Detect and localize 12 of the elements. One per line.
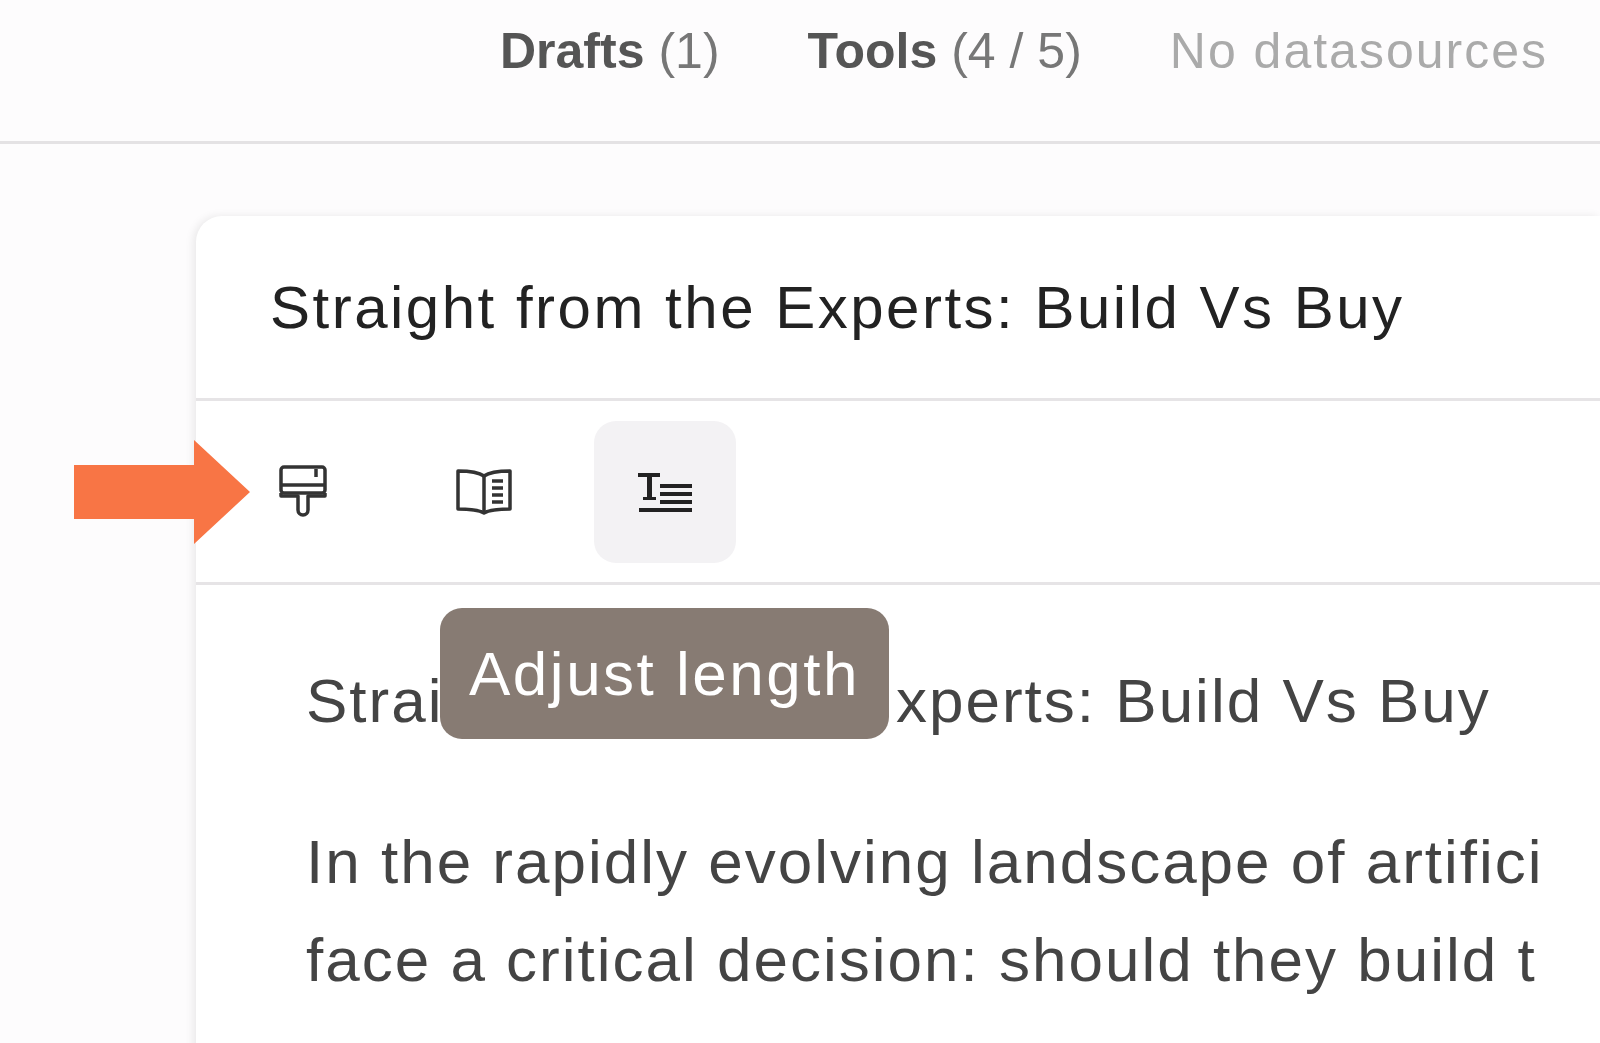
book-icon — [455, 466, 513, 517]
tooltip: Adjust length — [440, 608, 889, 739]
header-tab[interactable]: Drafts (1) — [500, 22, 720, 80]
document-title: Straight from the Experts: Build Vs Buy — [196, 216, 1600, 401]
paint-brush-icon — [278, 463, 328, 520]
heading-text: xperts: Build Vs Buy — [896, 665, 1491, 736]
paragraph-line: face a critical decision: should they build t — [306, 924, 1537, 996]
text-length-icon — [636, 470, 694, 513]
header-tab[interactable]: Tools (4 / 5) — [807, 22, 1082, 80]
toolbar-button[interactable] — [594, 420, 736, 563]
paragraph-line: In the rapidly evolving landscape of artifici — [306, 826, 1544, 898]
header-status: No datasources — [1169, 22, 1548, 80]
